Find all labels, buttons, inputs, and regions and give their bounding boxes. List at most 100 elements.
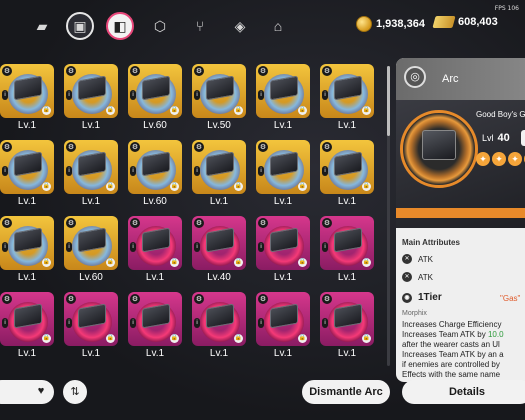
element-badge-icon: ⚙ (322, 142, 332, 152)
description-line-text: Increases Team ATK by (402, 330, 488, 339)
arc-inventory-grid: ⚙ i 🔒 Lv.1 ⚙ i 🔒 Lv.1 ⚙ i 🔒 Lv.60 ⚙ i 🔒 Lv.50 ⚙ i 🔒 Lv.1 ⚙ i 🔒… (0, 64, 380, 364)
highlight-value: 10.0 (487, 330, 504, 339)
info-icon[interactable]: i (258, 166, 264, 176)
element-badge-icon: ⚙ (66, 66, 76, 76)
arc-level-label: Lv.1 (273, 120, 293, 131)
info-icon[interactable]: i (2, 166, 8, 176)
info-icon[interactable]: i (130, 242, 136, 252)
arc-card[interactable]: ⚙ i 🔒 Lv.1 (320, 140, 374, 210)
grid-icon[interactable]: ▰ (28, 12, 56, 40)
info-icon[interactable]: i (258, 242, 264, 252)
arc-card[interactable]: ⚙ i 🔒 Lv.1 (320, 216, 374, 286)
arc-card-art: ⚙ i 🔒 (320, 64, 374, 118)
info-icon[interactable]: i (194, 318, 200, 328)
arc-card-art: ⚙ i 🔒 (192, 216, 246, 270)
arc-card-art: ⚙ i 🔒 (320, 216, 374, 270)
arc-card[interactable]: ⚙ i 🔒 Lv.1 (64, 64, 118, 134)
arc-level-label: Lv.50 (207, 120, 231, 131)
info-icon[interactable]: i (2, 90, 8, 100)
tier-row: ◉ 1Tier (402, 292, 442, 303)
fps-counter: FPS 106 (494, 5, 519, 12)
arc-type-icon: ◎ (404, 66, 426, 88)
lock-icon: 🔒 (234, 258, 243, 267)
arc-card[interactable]: ⚙ i 🔒 Lv.60 (128, 64, 182, 134)
arc-card[interactable]: ⚙ i 🔒 Lv.1 (64, 140, 118, 210)
arc-icon[interactable]: ◧ (106, 12, 134, 40)
info-icon[interactable]: i (258, 318, 264, 328)
info-icon[interactable]: i (130, 166, 136, 176)
info-icon[interactable]: i (322, 166, 328, 176)
arc-card[interactable]: ⚙ i 🔒 Lv.1 (128, 292, 182, 362)
star-rating: ✦ ✦ ✦ ✦ (476, 152, 525, 166)
lock-icon: 🔒 (234, 182, 243, 191)
arc-card[interactable]: ⚙ i 🔒 Lv.1 (0, 64, 54, 134)
info-icon[interactable]: i (66, 90, 72, 100)
info-icon[interactable]: i (66, 166, 72, 176)
arc-card[interactable]: ⚙ i 🔒 Lv.1 (256, 64, 310, 134)
inventory-scrollbar[interactable] (387, 66, 390, 366)
info-icon[interactable]: i (2, 318, 8, 328)
arc-card[interactable]: ⚙ i 🔒 Lv.1 (192, 140, 246, 210)
utensils-icon[interactable]: ⑂ (186, 12, 214, 40)
arc-card-art: ⚙ i 🔒 (64, 64, 118, 118)
arc-card[interactable]: ⚙ i 🔒 Lv.1 (0, 140, 54, 210)
info-icon[interactable]: i (66, 242, 72, 252)
rarity-bar (396, 208, 525, 218)
arc-name: Good Boy's Gr (476, 110, 525, 119)
arc-card[interactable]: ⚙ i 🔒 Lv.1 (320, 64, 374, 134)
arc-card[interactable]: ⚙ i 🔒 Lv.1 (320, 292, 374, 362)
arc-card[interactable]: ⚙ i 🔒 Lv.1 (192, 292, 246, 362)
sort-button[interactable]: ⇅ (63, 380, 87, 404)
arc-card[interactable]: ⚙ i 🔒 Lv.60 (64, 216, 118, 286)
element-badge-icon: ⚙ (66, 294, 76, 304)
arc-card-art: ⚙ i 🔒 (64, 216, 118, 270)
arc-card[interactable]: ⚙ i 🔒 Lv.1 (64, 292, 118, 362)
info-icon[interactable]: i (194, 90, 200, 100)
details-button[interactable]: Details (402, 380, 525, 404)
level-up-arrow-icon[interactable]: ▲ (521, 130, 525, 146)
arc-card[interactable]: ⚙ i 🔒 Lv.40 (192, 216, 246, 286)
gamepad-icon[interactable]: ▣ (66, 12, 94, 40)
arc-level-label: Lv.1 (17, 196, 37, 207)
dismantle-icon[interactable]: ◈ (226, 12, 254, 40)
cube-icon[interactable]: ⬡ (146, 12, 174, 40)
lock-icon: 🔒 (42, 334, 51, 343)
info-icon[interactable]: i (194, 166, 200, 176)
info-icon[interactable]: i (322, 318, 328, 328)
info-icon[interactable]: i (322, 242, 328, 252)
arc-card[interactable]: ⚙ i 🔒 Lv.1 (256, 216, 310, 286)
lock-icon: 🔒 (106, 182, 115, 191)
arc-card[interactable]: ⚙ i 🔒 Lv.1 (128, 216, 182, 286)
arc-level-label: Lv.1 (337, 196, 357, 207)
arc-card[interactable]: ⚙ i 🔒 Lv.60 (128, 140, 182, 210)
element-badge-icon: ⚙ (322, 218, 332, 228)
arc-card[interactable]: ⚙ i 🔒 Lv.1 (0, 216, 54, 286)
info-icon[interactable]: i (2, 242, 8, 252)
star-icon: ✦ (508, 152, 522, 166)
arc-card[interactable]: ⚙ i 🔒 Lv.1 (0, 292, 54, 362)
info-icon[interactable]: i (258, 90, 264, 100)
scroll-thumb[interactable] (387, 66, 390, 136)
heart-icon[interactable]: ♥ (34, 384, 48, 398)
description-line: Increases Team ATK by an a (402, 350, 504, 359)
info-icon[interactable]: i (130, 90, 136, 100)
arc-card[interactable]: ⚙ i 🔒 Lv.1 (256, 292, 310, 362)
dismantle-arc-button[interactable]: Dismantle Arc (302, 380, 390, 404)
info-icon[interactable]: i (322, 90, 328, 100)
arc-card[interactable]: ⚙ i 🔒 Lv.50 (192, 64, 246, 134)
info-icon[interactable]: i (130, 318, 136, 328)
arc-level-label: Lv.1 (273, 196, 293, 207)
info-icon[interactable]: i (194, 242, 200, 252)
attack-icon: ✕ (402, 254, 412, 264)
arc-level-label: Lv.1 (209, 348, 229, 359)
arc-level-label: Lv.1 (273, 348, 293, 359)
arc-level: Lvl 40 (482, 132, 510, 144)
tier-icon: ◉ (402, 292, 412, 303)
arc-detail-panel: ◎ Arc Good Boy's Gr Lvl40 ▲ ✦ ✦ ✦ ✦ Main… (396, 58, 525, 382)
lock-icon: 🔒 (362, 182, 371, 191)
arc-card[interactable]: ⚙ i 🔒 Lv.1 (256, 140, 310, 210)
info-icon[interactable]: i (66, 318, 72, 328)
home-icon[interactable]: ⌂ (264, 12, 292, 40)
lock-icon: 🔒 (298, 182, 307, 191)
lock-icon: 🔒 (362, 258, 371, 267)
